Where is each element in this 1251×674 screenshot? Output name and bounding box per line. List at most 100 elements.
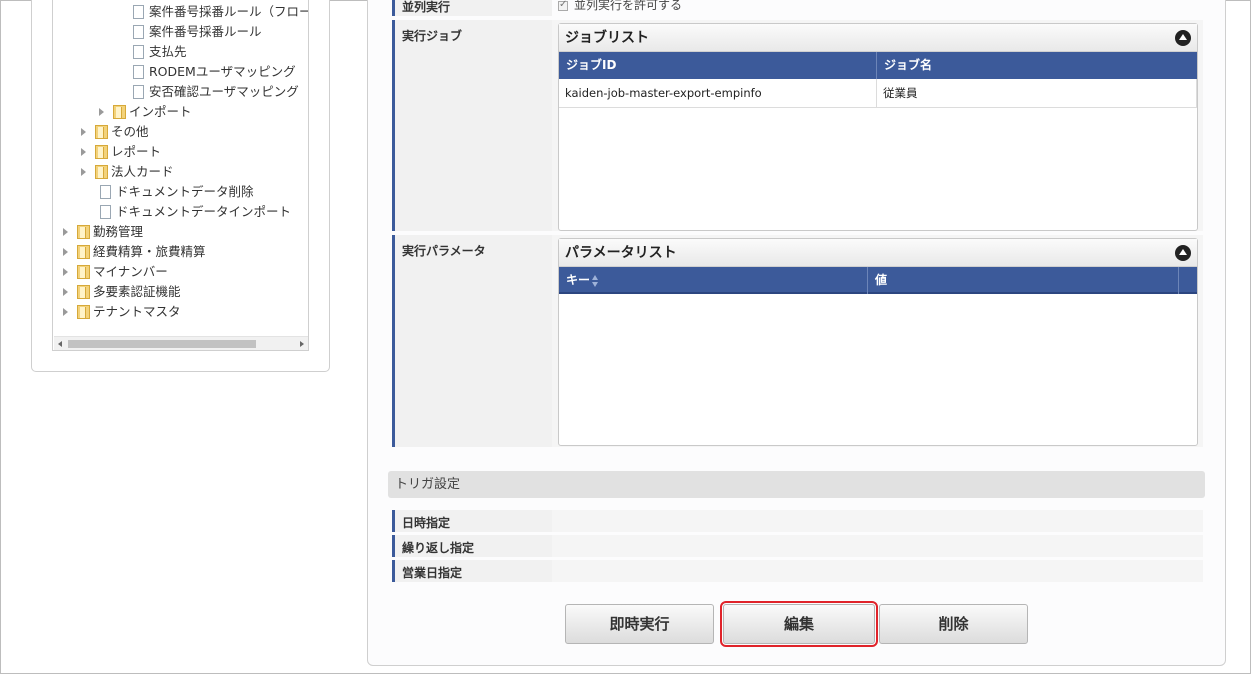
tree-panel: ガジェット案件番号採番ルール（フロー）案件番号採番ルール支払先RODEMユーザマ… xyxy=(31,0,330,372)
expand-icon[interactable] xyxy=(63,267,68,276)
tree-item[interactable]: テナントマスタ xyxy=(63,302,181,322)
tree-item-label: テナントマスタ xyxy=(93,304,181,319)
expand-icon[interactable] xyxy=(81,147,86,156)
folder-icon xyxy=(77,304,90,319)
parallel-label: 並列実行 xyxy=(392,0,552,16)
tree-item-label: レポート xyxy=(111,144,162,159)
tree-view: ガジェット案件番号採番ルール（フロー）案件番号採番ルール支払先RODEMユーザマ… xyxy=(52,0,309,351)
document-icon xyxy=(130,64,144,83)
tree-item[interactable]: ドキュメントデータ削除 xyxy=(81,182,254,203)
column-header-job-id[interactable]: ジョブID xyxy=(559,52,877,79)
expand-icon[interactable] xyxy=(99,107,104,116)
tree-item-label: 案件番号採番ルール（フロー） xyxy=(149,4,309,19)
tree-item-label: ドキュメントデータ削除 xyxy=(116,184,254,199)
edit-button[interactable]: 編集 xyxy=(720,601,878,647)
tree-item[interactable]: RODEMユーザマッピング xyxy=(130,62,296,83)
document-icon xyxy=(130,24,144,43)
tree-item-label: 勤務管理 xyxy=(93,224,144,239)
tree-item[interactable]: 案件番号採番ルール xyxy=(130,22,262,43)
folder-icon xyxy=(95,124,108,139)
tree-item-label: 多要素認証機能 xyxy=(93,284,181,299)
param-list-grid: パラメータリスト キー 値 xyxy=(558,238,1198,446)
business-day-label: 営業日指定 xyxy=(392,560,552,582)
param-list-title: パラメータリスト xyxy=(559,239,1197,267)
tree-item[interactable]: その他 xyxy=(81,122,149,142)
parallel-value: 並列実行を許可する xyxy=(552,0,1203,16)
run-now-button[interactable]: 即時実行 xyxy=(565,604,714,644)
tree-item-label: インポート xyxy=(129,104,192,119)
scroll-right-icon[interactable] xyxy=(300,341,304,347)
tree-item[interactable]: 法人カード xyxy=(81,162,174,182)
column-header-value[interactable]: 値 xyxy=(868,267,1179,294)
tree-item[interactable]: 勤務管理 xyxy=(63,222,143,242)
datetime-label-text: 日時指定 xyxy=(402,516,451,530)
trigger-section-title: トリガ設定 xyxy=(395,477,461,492)
folder-icon xyxy=(77,224,90,239)
parallel-checkbox[interactable] xyxy=(558,0,568,12)
folder-icon xyxy=(95,164,108,179)
job-id-cell: kaiden-job-master-export-empinfo xyxy=(559,79,877,108)
document-icon xyxy=(130,84,144,103)
tree-item[interactable]: 多要素認証機能 xyxy=(63,282,181,302)
business-day-label-text: 営業日指定 xyxy=(402,566,463,580)
business-day-value xyxy=(552,560,1203,582)
scrollbar-thumb[interactable] xyxy=(68,340,256,348)
job-name-cell: 従業員 xyxy=(877,79,1197,108)
tree-item[interactable]: マイナンバー xyxy=(63,262,168,282)
tree-item[interactable]: 案件番号採番ルール（フロー） xyxy=(130,2,309,23)
tree-item-label: 法人カード xyxy=(111,164,174,179)
folder-icon xyxy=(113,104,126,119)
folder-icon xyxy=(77,244,90,259)
table-row[interactable]: kaiden-job-master-export-empinfo 従業員 xyxy=(559,79,1197,108)
delete-button[interactable]: 削除 xyxy=(879,604,1028,644)
tree-item[interactable]: インポート xyxy=(99,102,192,122)
horizontal-scrollbar[interactable] xyxy=(54,336,308,350)
folder-icon xyxy=(95,144,108,159)
expand-icon[interactable] xyxy=(63,247,68,256)
param-list-header: キー 値 xyxy=(559,267,1197,294)
job-label: 実行ジョブ xyxy=(392,20,552,231)
document-icon xyxy=(97,184,111,203)
folder-icon xyxy=(77,264,90,279)
expand-icon[interactable] xyxy=(81,167,86,176)
document-icon xyxy=(130,44,144,63)
tree-item-label: RODEMユーザマッピング xyxy=(149,64,296,79)
tree-item[interactable]: ドキュメントデータインポート xyxy=(81,202,292,223)
param-label-text: 実行パラメータ xyxy=(402,244,486,258)
tree-item-label: 経費精算・旅費精算 xyxy=(93,244,206,259)
job-list-header: ジョブID ジョブ名 xyxy=(559,52,1197,79)
column-header-job-id-text: ジョブID xyxy=(566,58,617,72)
collapse-icon[interactable] xyxy=(1175,245,1191,261)
repeat-value xyxy=(552,535,1203,557)
column-header-job-name[interactable]: ジョブ名 xyxy=(877,52,1197,79)
job-label-text: 実行ジョブ xyxy=(402,29,463,43)
param-list-title-text: パラメータリスト xyxy=(565,245,677,261)
repeat-label: 繰り返し指定 xyxy=(392,535,552,557)
datetime-label: 日時指定 xyxy=(392,510,552,532)
tree-item[interactable]: 安否確認ユーザマッピング xyxy=(130,82,299,103)
column-header-job-name-text: ジョブ名 xyxy=(884,58,933,72)
tree-item-label: ドキュメントデータインポート xyxy=(116,204,292,219)
expand-icon[interactable] xyxy=(63,227,68,236)
tree-item-label: 支払先 xyxy=(149,44,187,59)
sort-icon[interactable] xyxy=(592,274,599,287)
trigger-section-header: トリガ設定 xyxy=(388,471,1205,498)
param-label: 実行パラメータ xyxy=(392,235,552,447)
parallel-label-text: 並列実行 xyxy=(402,0,451,14)
datetime-value xyxy=(552,510,1203,532)
parallel-checkbox-label: 並列実行を許可する xyxy=(574,0,683,12)
document-icon xyxy=(130,4,144,23)
scroll-left-icon[interactable] xyxy=(58,341,62,347)
column-header-key[interactable]: キー xyxy=(559,267,868,294)
tree-item-label: マイナンバー xyxy=(93,264,168,279)
job-list-title: ジョブリスト xyxy=(559,24,1197,52)
tree-item[interactable]: レポート xyxy=(81,142,161,162)
expand-icon[interactable] xyxy=(63,287,68,296)
tree-item[interactable]: 経費精算・旅費精算 xyxy=(63,242,206,262)
job-list-title-text: ジョブリスト xyxy=(565,30,649,46)
expand-icon[interactable] xyxy=(81,127,86,136)
expand-icon[interactable] xyxy=(63,307,68,316)
collapse-icon[interactable] xyxy=(1175,30,1191,46)
job-list-grid: ジョブリスト ジョブID ジョブ名 kaiden-job-master-expo… xyxy=(558,23,1198,231)
tree-item[interactable]: 支払先 xyxy=(130,42,187,63)
